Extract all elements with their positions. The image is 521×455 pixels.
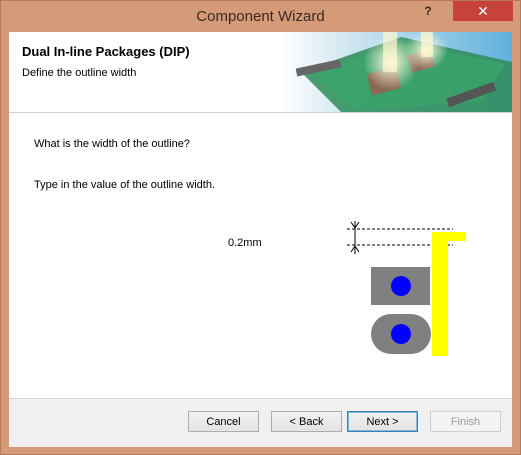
- page-title: Dual In-line Packages (DIP): [22, 44, 190, 59]
- outline-width-diagram: [341, 218, 471, 360]
- finish-button[interactable]: Finish: [430, 411, 501, 432]
- close-button[interactable]: ✕: [453, 1, 513, 21]
- outline-width-instruction: Type in the value of the outline width.: [34, 179, 216, 191]
- wizard-header: Dual In-line Packages (DIP) Define the o…: [9, 32, 512, 113]
- square-pad-hole: [391, 276, 411, 296]
- pcb-banner-image: [281, 32, 512, 112]
- page-subtitle: Define the outline width: [22, 67, 137, 79]
- wizard-footer: Cancel < Back Next > Finish: [9, 398, 512, 447]
- close-icon: ✕: [477, 3, 489, 19]
- outline-width-field[interactable]: [228, 236, 288, 250]
- wizard-window: Component Wizard ? ✕ Dual In-line Packag…: [0, 0, 521, 455]
- cancel-button[interactable]: Cancel: [188, 411, 259, 432]
- title-bar[interactable]: Component Wizard ? ✕: [1, 1, 520, 32]
- wizard-client-area: Dual In-line Packages (DIP) Define the o…: [9, 32, 512, 447]
- back-button[interactable]: < Back: [271, 411, 342, 432]
- outline-vertical-segment: [432, 232, 448, 356]
- round-pad-hole: [391, 324, 411, 344]
- next-button[interactable]: Next >: [347, 411, 418, 432]
- help-button[interactable]: ?: [413, 1, 443, 21]
- outline-width-question: What is the width of the outline?: [34, 138, 190, 150]
